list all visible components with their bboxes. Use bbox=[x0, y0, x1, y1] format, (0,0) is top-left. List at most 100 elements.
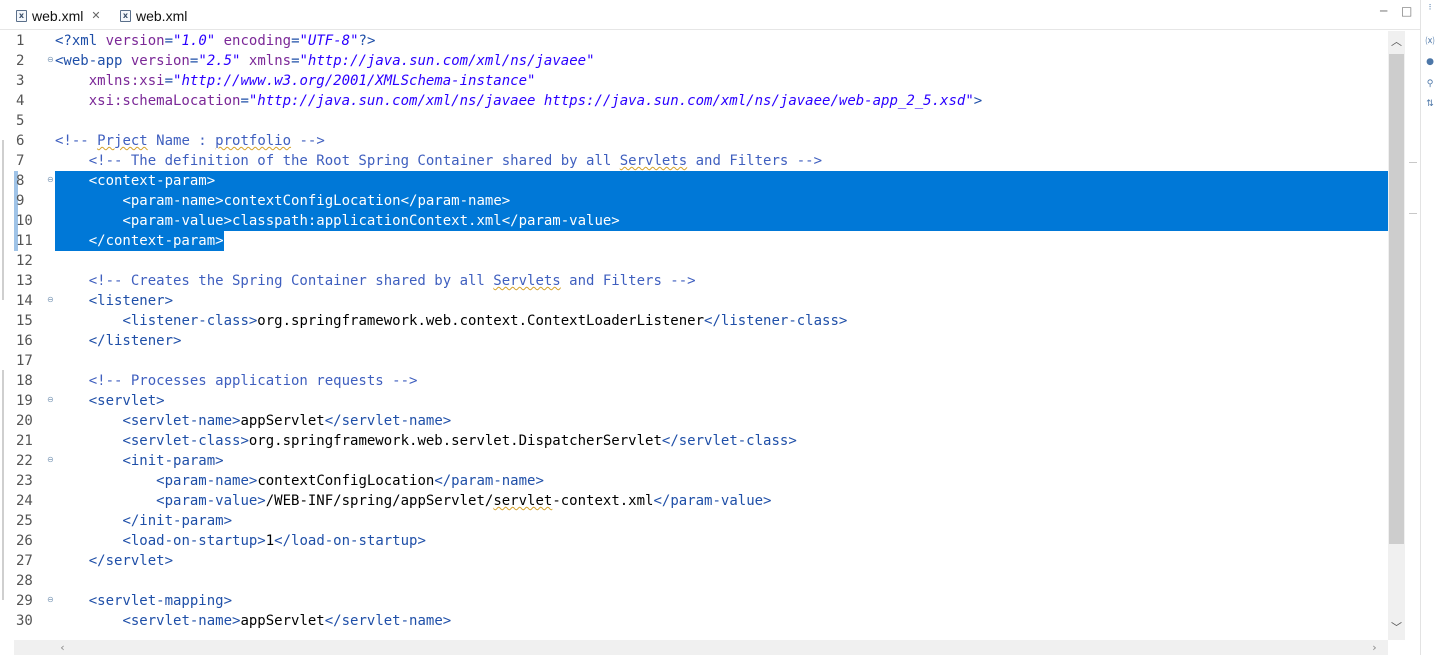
scrollbar-thumb[interactable] bbox=[1389, 54, 1404, 544]
code-line[interactable]: 16 </listener> bbox=[14, 331, 1388, 351]
code-line[interactable]: 29 ⊖ <servlet-mapping> bbox=[14, 591, 1388, 611]
code-token: <init-param> bbox=[122, 453, 224, 469]
code-line[interactable]: 6 <!-- Prject Name : protfolio --> bbox=[14, 131, 1388, 151]
vertical-scrollbar[interactable]: ︿ ﹀ bbox=[1388, 31, 1405, 640]
code-token: <servlet-mapping> bbox=[88, 593, 233, 609]
breakpoint-icon[interactable]: ● bbox=[1424, 56, 1436, 68]
code-line[interactable]: 24 <param-value>/WEB-INF/spring/appServl… bbox=[14, 491, 1388, 511]
code-line[interactable]: 22 ⊖ <init-param> bbox=[14, 451, 1388, 471]
link-icon[interactable]: ⚲ bbox=[1424, 78, 1436, 90]
line-number: 15 bbox=[16, 313, 33, 329]
code-line[interactable]: 12 bbox=[14, 251, 1388, 271]
code-token: <servlet> bbox=[88, 393, 165, 409]
code-line[interactable]: 26 <load-on-startup>1</load-on-startup> bbox=[14, 531, 1388, 551]
code-line[interactable]: 17 bbox=[14, 351, 1388, 371]
code-line[interactable]: 4 xsi:schemaLocation="http://java.sun.co… bbox=[14, 91, 1388, 111]
code-line[interactable]: 1 <?xml version="1.0" encoding="UTF-8"?> bbox=[14, 31, 1388, 51]
minimize-icon[interactable]: ─ bbox=[1380, 4, 1387, 18]
code-token: contextConfigLocation bbox=[223, 193, 401, 209]
code-line[interactable]: 19 ⊖ <servlet> bbox=[14, 391, 1388, 411]
code-line[interactable]: 20 <servlet-name>appServlet</servlet-nam… bbox=[14, 411, 1388, 431]
code-token: 1 bbox=[265, 533, 275, 549]
code-text: xmlns:xsi="http://www.w3.org/2001/XMLSch… bbox=[55, 71, 1388, 91]
code-text: <param-value>classpath:applicationContex… bbox=[55, 211, 1388, 231]
variable-icon[interactable]: ⒳ bbox=[1424, 36, 1436, 48]
chevron-up-icon[interactable]: ︿ bbox=[1388, 33, 1405, 50]
code-token: <context-param> bbox=[88, 173, 216, 189]
code-text: <?xml version="1.0" encoding="UTF-8"?> bbox=[55, 31, 1388, 51]
code-text: <listener-class>org.springframework.web.… bbox=[55, 311, 1388, 331]
maximize-icon[interactable]: □ bbox=[1401, 4, 1412, 18]
code-token: </param-value> bbox=[501, 213, 620, 229]
line-number: 17 bbox=[16, 353, 33, 369]
line-number: 18 bbox=[16, 373, 33, 389]
code-token: <listener> bbox=[88, 293, 174, 309]
code-token: protfolio bbox=[215, 133, 292, 149]
fold-collapse-icon[interactable]: ⊖ bbox=[47, 396, 55, 404]
fold-collapse-icon[interactable]: ⊖ bbox=[47, 596, 55, 604]
code-line[interactable]: 28 bbox=[14, 571, 1388, 591]
code-token: <param-value> bbox=[156, 493, 266, 509]
code-token: /WEB-INF/spring/appServlet/ bbox=[265, 493, 494, 509]
code-text: <!-- The definition of the Root Spring C… bbox=[55, 151, 1388, 171]
code-line[interactable]: 15 <listener-class>org.springframework.w… bbox=[14, 311, 1388, 331]
code-line[interactable]: 10 <param-value>classpath:applicationCon… bbox=[14, 211, 1388, 231]
tab-web-xml-active[interactable]: x web.xml ✕ bbox=[16, 5, 101, 26]
code-text: <!-- Prject Name : protfolio --> bbox=[55, 131, 1388, 151]
fold-collapse-icon[interactable]: ⊖ bbox=[47, 456, 55, 464]
code-token: "http://java.sun.com/xml/ns/javaee" bbox=[299, 53, 595, 69]
code-line[interactable]: 30 <servlet-name>appServlet</servlet-nam… bbox=[14, 611, 1388, 631]
code-line[interactable]: 18 <!-- Processes application requests -… bbox=[14, 371, 1388, 391]
code-token: "http://www.w3.org/2001/XMLSchema-instan… bbox=[173, 73, 536, 89]
code-token: servlet bbox=[493, 493, 553, 509]
xml-file-icon: x bbox=[16, 9, 27, 22]
code-line[interactable]: 3 xmlns:xsi="http://www.w3.org/2001/XMLS… bbox=[14, 71, 1388, 91]
code-token: </load-on-startup> bbox=[274, 533, 426, 549]
code-line[interactable]: 13 <!-- Creates the Spring Container sha… bbox=[14, 271, 1388, 291]
horizontal-scrollbar[interactable]: ‹ › bbox=[14, 640, 1388, 655]
code-token: <web-app bbox=[55, 53, 131, 69]
close-icon[interactable]: ✕ bbox=[91, 9, 100, 22]
fold-collapse-icon[interactable]: ⊖ bbox=[47, 176, 55, 184]
line-number: 7 bbox=[16, 153, 25, 169]
code-line[interactable]: 23 <param-name>contextConfigLocation</pa… bbox=[14, 471, 1388, 491]
code-text: <servlet-mapping> bbox=[55, 591, 1388, 611]
code-text: xsi:schemaLocation="http://java.sun.com/… bbox=[55, 91, 1388, 111]
left-window-edge bbox=[0, 30, 7, 655]
code-editor[interactable]: 1 <?xml version="1.0" encoding="UTF-8"?> 2… bbox=[14, 31, 1388, 640]
code-line[interactable]: 14 ⊖ <listener> bbox=[14, 291, 1388, 311]
fold-collapse-icon[interactable]: ⊖ bbox=[47, 296, 55, 304]
tab-label: web.xml bbox=[32, 7, 84, 24]
chevron-down-icon[interactable]: ﹀ bbox=[1388, 619, 1405, 636]
line-number: 6 bbox=[16, 133, 25, 149]
code-line[interactable]: 25 </init-param> bbox=[14, 511, 1388, 531]
code-line[interactable]: 9 <param-name>contextConfigLocation</par… bbox=[14, 191, 1388, 211]
chevron-left-icon[interactable]: ‹ bbox=[54, 640, 71, 655]
code-line[interactable]: 7 <!-- The definition of the Root Spring… bbox=[14, 151, 1388, 171]
code-text: </context-param> bbox=[55, 231, 224, 251]
code-line[interactable]: 8 ⊖ <context-param> bbox=[14, 171, 1388, 191]
code-line[interactable]: 21 <servlet-class>org.springframework.we… bbox=[14, 431, 1388, 451]
code-line[interactable]: 11 </context-param> bbox=[14, 231, 1388, 251]
code-line[interactable]: 2 ⊖ <web-app version="2.5" xmlns="http://j… bbox=[14, 51, 1388, 71]
overview-ruler-mark bbox=[1409, 162, 1417, 163]
code-token: = bbox=[164, 73, 174, 89]
tree-icon[interactable]: ⇅ bbox=[1424, 98, 1436, 110]
chevron-right-icon[interactable]: › bbox=[1366, 640, 1383, 655]
outline-icon[interactable]: ⁝ bbox=[1424, 2, 1436, 14]
code-token: Prject bbox=[97, 133, 148, 149]
code-text: <param-value>/WEB-INF/spring/appServlet/… bbox=[55, 491, 1388, 511]
code-token: </param-value> bbox=[653, 493, 772, 509]
fold-collapse-icon[interactable]: ⊖ bbox=[47, 56, 55, 64]
tab-web-xml[interactable]: x web.xml bbox=[120, 5, 187, 26]
code-line[interactable]: 5 bbox=[14, 111, 1388, 131]
code-line[interactable]: 27 </servlet> bbox=[14, 551, 1388, 571]
code-token: </context-param> bbox=[88, 233, 224, 249]
